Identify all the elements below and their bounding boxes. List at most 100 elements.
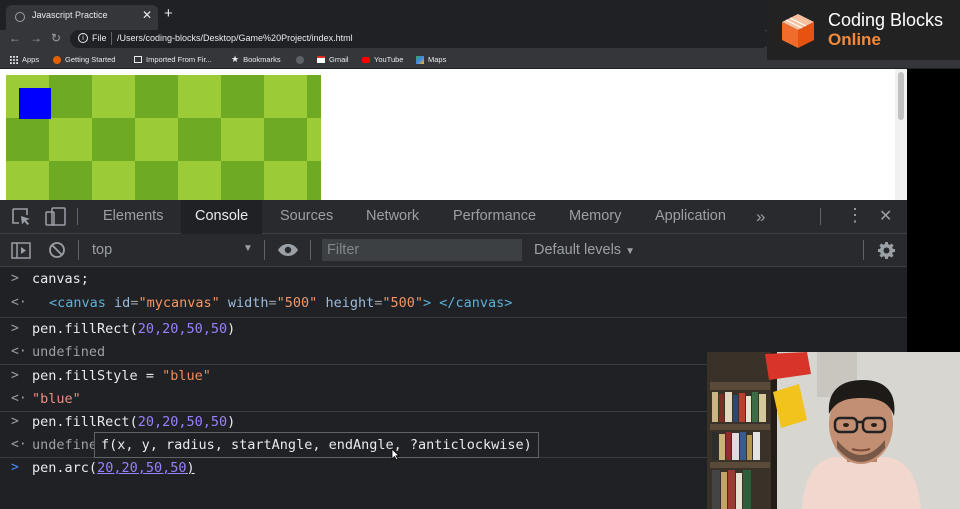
devtools-menu-icon[interactable]: ⋮: [846, 205, 864, 226]
bookmark-gmail[interactable]: Gmail: [317, 53, 349, 66]
tab-elements[interactable]: Elements: [89, 200, 177, 233]
more-tabs-icon[interactable]: »: [742, 200, 779, 233]
url-divider: [111, 32, 112, 45]
youtube-icon: [362, 56, 370, 63]
forward-icon[interactable]: →: [30, 31, 42, 45]
canvas-tile: [135, 75, 178, 118]
bookmark-label: Gmail: [329, 55, 349, 64]
github-icon: [296, 55, 304, 64]
toolbar-divider: [78, 240, 79, 260]
devtools-tabbar: Elements Console Sources Network Perform…: [0, 200, 907, 235]
input-chevron-icon: >: [11, 368, 19, 383]
bookmark-bookmarks[interactable]: ★ Bookmarks: [231, 53, 281, 66]
output-arrow-icon: <·: [11, 295, 27, 310]
canvas-tile: [221, 161, 264, 200]
filter-input[interactable]: [322, 239, 522, 261]
canvas-tile: [307, 75, 321, 118]
back-icon[interactable]: ←: [9, 31, 21, 45]
bookmark-label: Imported From Fir...: [146, 55, 212, 64]
console-prompt-input[interactable]: pen.arc(20,20,50,50): [32, 460, 195, 476]
mouse-cursor-icon: [391, 448, 400, 461]
inspect-element-icon[interactable]: [12, 208, 32, 226]
bookmark-apps[interactable]: Apps: [10, 53, 39, 66]
console-output-text: "blue": [32, 391, 81, 407]
gmail-icon: [317, 56, 325, 63]
game-canvas[interactable]: [6, 75, 321, 200]
canvas-tile: [92, 75, 135, 118]
scrollbar-thumb[interactable]: [898, 72, 904, 120]
context-selector[interactable]: top: [92, 234, 112, 266]
info-icon[interactable]: i: [78, 33, 88, 43]
console-output-row[interactable]: <· <canvas id="mycanvas" width="500" hei…: [0, 293, 907, 318]
device-toolbar-icon[interactable]: [45, 207, 67, 227]
canvas-tile: [178, 161, 221, 200]
brand-name: Coding Blocks: [828, 10, 944, 30]
url-text[interactable]: /Users/coding-blocks/Desktop/Game%20Proj…: [117, 33, 353, 43]
address-bar[interactable]: i File /Users/coding-blocks/Desktop/Game…: [70, 30, 770, 48]
console-input-row[interactable]: > canvas;: [0, 269, 907, 292]
canvas-tile: [49, 161, 92, 200]
live-expression-eye-icon[interactable]: [277, 243, 299, 257]
input-chevron-icon: >: [11, 321, 19, 336]
input-chevron-icon: >: [11, 271, 19, 286]
dropdown-arrow-icon: ▼: [625, 246, 635, 257]
canvas-tile: [264, 118, 307, 161]
presenter-webcam: [707, 352, 960, 509]
new-tab-button[interactable]: +: [164, 5, 173, 22]
log-levels-dropdown[interactable]: Default levels ▼: [534, 234, 635, 266]
tab-network[interactable]: Network: [352, 200, 433, 233]
bookmark-github[interactable]: [296, 53, 304, 66]
page-favicon-icon: [15, 12, 25, 22]
tab-performance[interactable]: Performance: [439, 200, 550, 233]
canvas-tile: [6, 118, 49, 161]
firefox-icon: [53, 55, 61, 64]
bookmark-label: Apps: [22, 55, 40, 64]
bookmark-label: Maps: [428, 55, 447, 64]
canvas-tile: [49, 75, 92, 118]
input-chevron-icon: >: [11, 414, 19, 429]
output-arrow-icon: <·: [11, 391, 27, 406]
brand-subtitle: Online: [828, 30, 881, 49]
canvas-tile: [264, 161, 307, 200]
coding-blocks-cube-icon: [782, 14, 814, 48]
brand-logo-overlay: Coding Blocks Online: [767, 0, 960, 60]
console-input-text: pen.fillRect(20,20,50,50): [32, 414, 236, 430]
canvas-tile: [49, 118, 92, 161]
settings-gear-icon[interactable]: [877, 241, 896, 260]
browser-tab[interactable]: Javascript Practice ✕: [6, 5, 158, 30]
console-output-text: undefined: [32, 344, 106, 360]
canvas-tile: [135, 118, 178, 161]
reload-icon[interactable]: ↻: [51, 31, 61, 45]
output-arrow-icon: <·: [11, 437, 27, 452]
bookmark-imported[interactable]: Imported From Fir...: [134, 53, 212, 66]
page-viewport: [0, 69, 907, 200]
tabbar-divider: [77, 208, 78, 225]
console-input-row[interactable]: > pen.fillRect(20,20,50,50): [0, 319, 907, 342]
console-toolbar: top ▼ Default levels ▼: [0, 234, 907, 267]
console-input-text: canvas;: [32, 271, 89, 287]
clear-console-icon[interactable]: [48, 241, 66, 259]
canvas-tile: [178, 75, 221, 118]
bookmark-label: Bookmarks: [243, 55, 281, 64]
star-icon: ★: [231, 54, 240, 64]
canvas-tile: [221, 118, 264, 161]
dropdown-arrow-icon[interactable]: ▼: [243, 243, 253, 254]
canvas-tile: [307, 118, 321, 161]
page-scrollbar[interactable]: [895, 69, 907, 200]
tabbar-divider: [820, 208, 821, 225]
devtools-close-icon[interactable]: ✕: [879, 206, 892, 226]
tab-application[interactable]: Application: [641, 200, 740, 233]
console-output-element[interactable]: <canvas id="mycanvas" width="500" height…: [49, 295, 512, 311]
url-scheme: File: [92, 33, 107, 43]
bookmark-youtube[interactable]: YouTube: [362, 53, 403, 66]
bookmark-maps[interactable]: Maps: [416, 53, 446, 66]
bookmark-getting-started[interactable]: Getting Started: [53, 53, 115, 66]
tab-close-icon[interactable]: ✕: [142, 8, 152, 22]
tab-memory[interactable]: Memory: [555, 200, 635, 233]
signature-hint-tooltip: f(x, y, radius, startAngle, endAngle, ?a…: [94, 432, 539, 458]
filter-field[interactable]: [322, 239, 522, 261]
tab-sources[interactable]: Sources: [266, 200, 347, 233]
show-sidebar-icon[interactable]: [11, 242, 31, 259]
tab-console[interactable]: Console: [181, 200, 263, 235]
maps-icon: [416, 55, 424, 64]
